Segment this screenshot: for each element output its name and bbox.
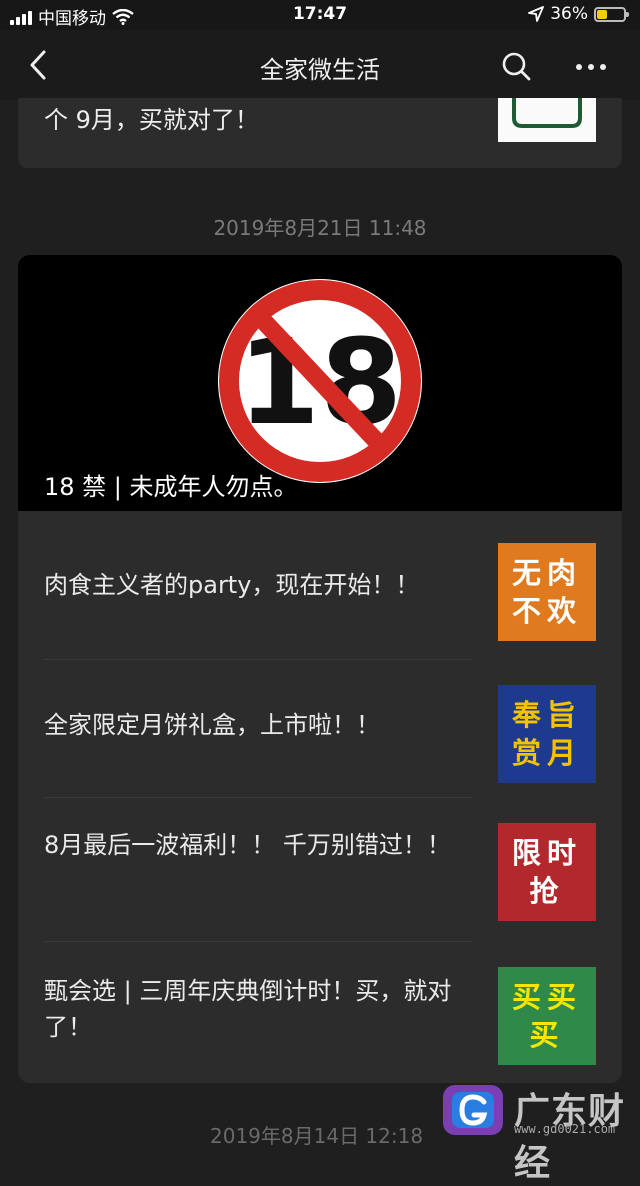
- battery-fill: [597, 9, 608, 19]
- status-right: 36%: [528, 4, 629, 24]
- navigation-bar: 全家微生活: [0, 30, 640, 100]
- article-thumbnail: 奉旨 赏月: [498, 685, 596, 783]
- article-group-card: 18 18 禁 | 未成年人勿点。 肉食主义者的party，现在开始！！ 无肉 …: [18, 255, 622, 1083]
- cover-article-title: 18 禁 | 未成年人勿点。: [44, 473, 298, 501]
- article-title: 甄会选 | 三周年庆典倒计时！买，就对了！: [44, 977, 452, 1041]
- battery-percent: 36%: [550, 4, 588, 24]
- article-thumbnail: 限时 抢: [498, 823, 596, 921]
- page-title: 全家微生活: [260, 56, 380, 84]
- previous-article-title: 个 9月，买就对了！: [44, 106, 259, 134]
- status-bar: 中国移动 17:47 36%: [0, 0, 640, 30]
- message-timestamp: 2019年8月21日 11:48: [213, 216, 427, 240]
- article-title: 8月最后一波福利！！ 千万别错过！！: [44, 831, 451, 859]
- location-arrow-icon: [528, 6, 545, 22]
- no-under-18-icon: 18: [218, 279, 422, 483]
- article-thumbnail: 无肉 不欢: [498, 543, 596, 641]
- divider: [44, 797, 472, 798]
- previous-article-card[interactable]: 个 9月，买就对了！: [18, 98, 622, 168]
- article-thumbnail: 买买 买: [498, 967, 596, 1065]
- article-title: 肉食主义者的party，现在开始！！: [44, 571, 420, 599]
- article-item[interactable]: 全家限定月饼礼盒，上市啦！！ 奉旨 赏月: [18, 679, 622, 783]
- more-icon[interactable]: [574, 54, 608, 80]
- watermark: 广东财经 www.gd0021.com: [440, 1082, 640, 1184]
- article-title: 全家限定月饼礼盒，上市啦！！: [44, 711, 380, 739]
- next-message-timestamp: 2019年8月14日 12:18: [210, 1124, 424, 1148]
- watermark-logo: [443, 1085, 503, 1135]
- article-item[interactable]: 肉食主义者的party，现在开始！！ 无肉 不欢: [18, 537, 622, 641]
- watermark-url: www.gd0021.com: [514, 1122, 616, 1136]
- article-item[interactable]: 甄会选 | 三周年庆典倒计时！买，就对了！ 买买 买: [18, 961, 622, 1065]
- cover-article[interactable]: 18 18 禁 | 未成年人勿点。: [18, 255, 622, 511]
- divider: [44, 941, 472, 942]
- divider: [44, 659, 472, 660]
- previous-article-thumbnail: [498, 98, 596, 142]
- article-item[interactable]: 8月最后一波福利！！ 千万别错过！！ 限时 抢: [18, 817, 622, 921]
- search-icon[interactable]: [500, 50, 534, 84]
- battery-icon: [594, 6, 629, 22]
